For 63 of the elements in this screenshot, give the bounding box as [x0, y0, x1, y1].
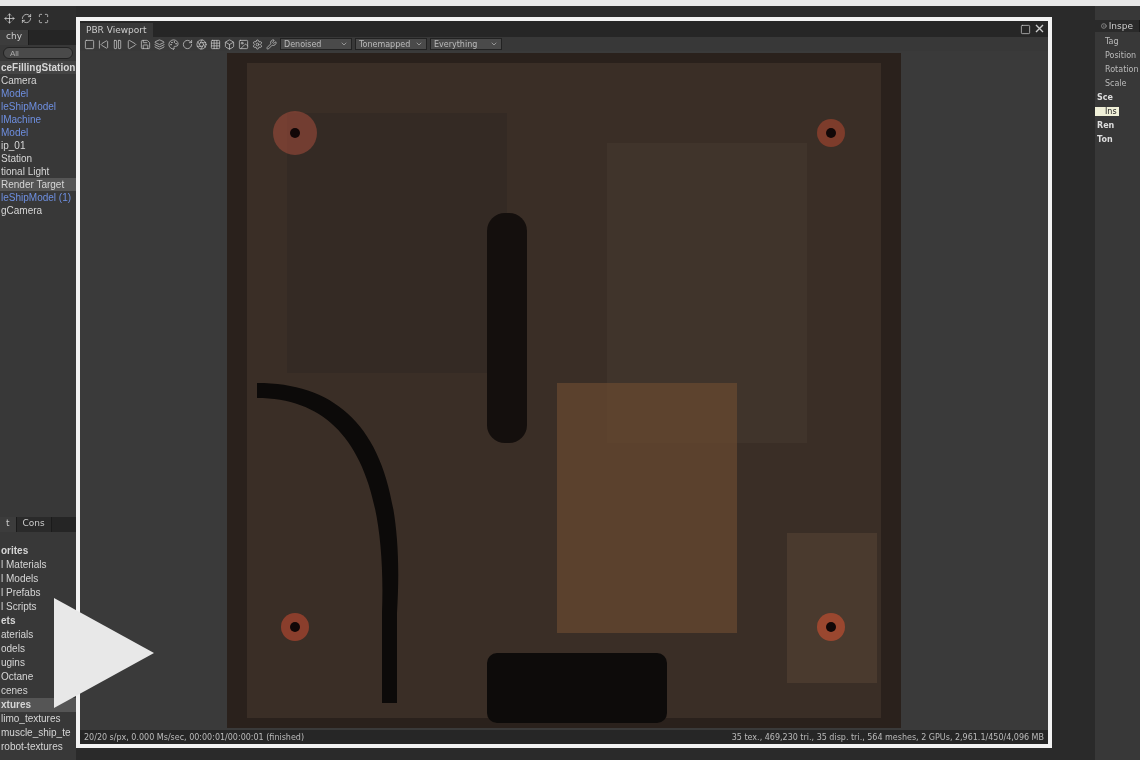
maximize-icon[interactable] — [1020, 23, 1031, 35]
project-item[interactable]: muscle_ship_te — [0, 726, 76, 740]
image-icon[interactable] — [238, 38, 249, 50]
panel-tab[interactable]: t — [0, 517, 17, 532]
hierarchy-item[interactable]: Render Target — [0, 178, 76, 191]
inspector-label: Ton — [1096, 135, 1114, 144]
caret-icon — [340, 40, 348, 48]
inspector-label: Sce — [1096, 93, 1114, 102]
scene-stats: 35 tex., 469,230 tri., 35 disp. tri., 564 meshes, 2 GPUs, 2,961.1/450/4,096 MB — [731, 732, 1044, 742]
play-overlay-icon[interactable] — [54, 598, 154, 708]
hierarchy-item[interactable]: leShipModel (1) — [0, 191, 76, 204]
info-icon — [1101, 22, 1107, 30]
grid-icon[interactable] — [210, 38, 221, 50]
inspector-label: Tag — [1104, 37, 1120, 46]
restart-icon[interactable] — [98, 38, 109, 50]
caret-icon — [415, 40, 423, 48]
project-item[interactable]: l Prefabs — [0, 586, 76, 600]
hierarchy-item[interactable]: lMachine — [0, 113, 76, 126]
caret-icon — [490, 40, 498, 48]
rotate-icon[interactable] — [21, 12, 32, 24]
hierarchy-item[interactable]: Model — [0, 87, 76, 100]
move-icon[interactable] — [4, 12, 15, 24]
hierarchy-item[interactable]: Model — [0, 126, 76, 139]
project-item[interactable]: xtures — [0, 698, 76, 712]
layers-icon[interactable] — [154, 38, 165, 50]
hierarchy-item[interactable]: gCamera — [0, 204, 76, 217]
pause-icon[interactable] — [112, 38, 123, 50]
hierarchy-item[interactable]: ceFillingStation — [0, 61, 76, 74]
close-icon[interactable] — [1035, 23, 1044, 35]
scale-icon[interactable] — [38, 12, 49, 24]
inspector-label: Position — [1104, 51, 1138, 60]
dropdown[interactable]: Tonemapped — [355, 38, 427, 50]
hierarchy-item[interactable]: Camera — [0, 74, 76, 87]
settings-icon[interactable] — [252, 38, 263, 50]
hierarchy-tab[interactable]: chy — [0, 30, 29, 45]
dropdown[interactable]: Everything — [430, 38, 502, 50]
save-icon[interactable] — [140, 38, 151, 50]
dropdown[interactable]: Denoised — [280, 38, 352, 50]
project-item[interactable]: robot-textures — [0, 740, 76, 754]
search-field[interactable]: All — [3, 47, 73, 59]
palette-icon[interactable] — [168, 38, 179, 50]
inspector-label: Rotation — [1104, 65, 1140, 74]
panel-tab[interactable]: Cons — [16, 517, 52, 532]
project-item[interactable]: l Materials — [0, 558, 76, 572]
hierarchy-item[interactable]: ip_01 — [0, 139, 76, 152]
cube-icon[interactable] — [224, 38, 235, 50]
window-tab[interactable]: PBR Viewport — [80, 23, 153, 37]
project-item[interactable]: orites — [0, 544, 76, 558]
stop-icon[interactable] — [84, 38, 95, 50]
hierarchy-item[interactable]: leShipModel — [0, 100, 76, 113]
tooltip: Ins — [1095, 107, 1119, 116]
hierarchy-item[interactable]: Station — [0, 152, 76, 165]
play-icon[interactable] — [126, 38, 137, 50]
project-item[interactable]: l Models — [0, 572, 76, 586]
rotate-icon[interactable] — [182, 38, 193, 50]
inspector-label: Ren — [1096, 121, 1116, 130]
render-stats: 20/20 s/px, 0.000 Ms/sec, 00:00:01/00:00:01 (finished) — [84, 732, 305, 742]
aperture-icon[interactable] — [196, 38, 207, 50]
hierarchy-item[interactable]: tional Light — [0, 165, 76, 178]
wrench-icon[interactable] — [266, 38, 277, 50]
inspector-tab[interactable]: Inspe — [1095, 20, 1140, 32]
project-item[interactable]: limo_textures — [0, 712, 76, 726]
inspector-label: Scale — [1104, 79, 1128, 88]
